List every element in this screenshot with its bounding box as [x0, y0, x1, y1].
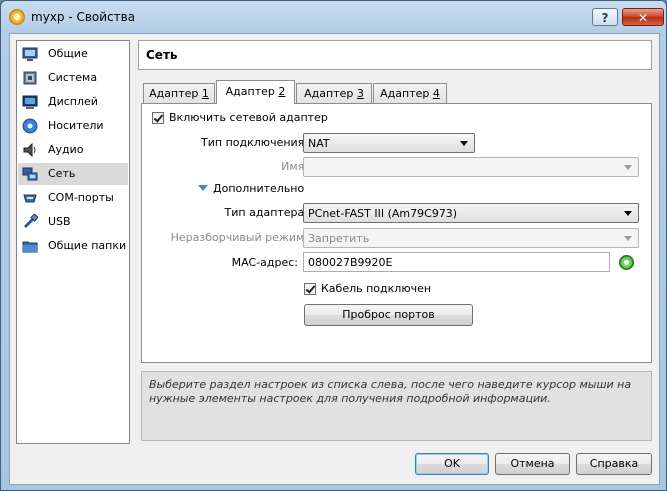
close-button[interactable]: ✕: [622, 8, 664, 26]
info-description-box: Выберите раздел настроек из списка слева…: [141, 371, 652, 441]
expand-advanced-icon[interactable]: [198, 185, 208, 191]
sidebar-item-label: Аудио: [48, 143, 84, 156]
adapter-name-label: Имя:: [281, 160, 308, 173]
tab-label: Адаптер: [225, 85, 279, 98]
audio-icon: [23, 142, 36, 158]
tab-adapter-2[interactable]: Адаптер 2: [216, 80, 295, 104]
adapter-tab-panel: Включить сетевой адаптер Тип подключения…: [141, 103, 652, 363]
sidebar-item-label: Система: [48, 71, 98, 84]
adapter-type-value: PCnet-FAST III (Am79C973): [308, 207, 458, 220]
help-titlebar-button[interactable]: ?: [592, 8, 618, 26]
sidebar-item-network[interactable]: Сеть: [18, 163, 128, 185]
promiscuous-mode-value: Запретить: [308, 232, 370, 245]
cancel-button[interactable]: Отмена: [495, 453, 570, 475]
chevron-down-icon: [624, 236, 632, 241]
display-icon: [22, 95, 38, 109]
page-title-box: Сеть: [138, 40, 652, 70]
sidebar-item-storage[interactable]: Носители: [18, 115, 128, 137]
advanced-toggle[interactable]: Дополнительно: [213, 182, 304, 195]
sidebar-item-audio[interactable]: Аудио: [18, 139, 128, 161]
promiscuous-mode-label: Неразборчивый режим:: [170, 231, 308, 244]
serial-ports-icon: [23, 194, 37, 203]
mac-address-value: 080027B9920E: [308, 256, 393, 269]
shared-folders-icon: [22, 241, 38, 253]
sidebar-item-label: USB: [48, 215, 71, 228]
system-icon: [23, 71, 37, 85]
tab-label: Адаптер: [304, 87, 357, 100]
port-forwarding-button[interactable]: Проброс портов: [304, 304, 473, 326]
settings-category-list[interactable]: Общие Система Дисплей Носители Аудио Сет…: [16, 40, 130, 444]
tab-adapter-4[interactable]: Адаптер 4: [373, 83, 447, 103]
attached-to-value: NAT: [308, 137, 330, 150]
cable-connected-label[interactable]: Кабель подключен: [321, 282, 431, 295]
tab-label: Адаптер: [149, 87, 202, 100]
tab-label: Адаптер: [380, 87, 433, 100]
tab-adapter-3[interactable]: Адаптер 3: [296, 83, 372, 103]
dialog-body: Общие Система Дисплей Носители Аудио Сет…: [9, 33, 660, 485]
page-title: Сеть: [146, 48, 178, 62]
sidebar-item-serial-ports[interactable]: COM-порты: [18, 187, 128, 209]
sidebar-item-display[interactable]: Дисплей: [18, 91, 128, 113]
sidebar-item-general[interactable]: Общие: [18, 43, 128, 65]
chevron-down-icon: [624, 165, 632, 170]
sidebar-item-label: Дисплей: [48, 95, 98, 108]
storage-icon: [22, 118, 38, 134]
tab-adapter-1[interactable]: Адаптер 1: [143, 83, 215, 103]
enable-adapter-label[interactable]: Включить сетевой адаптер: [169, 111, 328, 124]
adapter-name-select[interactable]: [303, 157, 639, 177]
tab-shortcut: 2: [278, 85, 286, 98]
network-icon: [22, 167, 38, 181]
sidebar-item-label: Общие: [48, 47, 88, 60]
sidebar-item-system[interactable]: Система: [18, 67, 128, 89]
chevron-down-icon: [624, 211, 632, 216]
help-button[interactable]: Справка: [576, 453, 652, 475]
cable-connected-checkbox[interactable]: [304, 283, 316, 295]
title-bar[interactable]: myxp - Свойства ? ✕: [1, 1, 666, 33]
promiscuous-mode-select[interactable]: Запретить: [303, 228, 639, 248]
tab-shortcut: 1: [201, 87, 209, 100]
sidebar-item-label: Сеть: [48, 167, 76, 180]
info-description-text: Выберите раздел настроек из списка слева…: [149, 378, 632, 405]
tab-shortcut: 3: [356, 87, 364, 100]
adapter-type-select[interactable]: PCnet-FAST III (Am79C973): [303, 203, 639, 223]
generate-mac-refresh-icon[interactable]: [619, 255, 634, 270]
tab-shortcut: 4: [432, 87, 440, 100]
sidebar-item-usb[interactable]: USB: [18, 211, 128, 233]
sidebar-item-shared-folders[interactable]: Общие папки: [18, 235, 128, 257]
sidebar-item-label: COM-порты: [48, 191, 114, 204]
sidebar-item-label: Носители: [48, 119, 104, 132]
enable-adapter-checkbox[interactable]: [152, 112, 164, 124]
attached-to-select[interactable]: NAT: [303, 133, 475, 153]
attached-to-label: Тип подключения:: [201, 136, 308, 149]
adapter-type-label: Тип адаптера:: [224, 206, 308, 219]
properties-window: myxp - Свойства ? ✕ Общие Система Диспле…: [0, 0, 667, 491]
usb-icon: [23, 214, 38, 229]
chevron-down-icon: [460, 141, 468, 146]
general-icon: [22, 47, 38, 61]
mac-address-input[interactable]: 080027B9920E: [303, 252, 610, 272]
mac-address-label: MAC-адрес:: [231, 256, 298, 269]
ok-button[interactable]: OK: [415, 453, 489, 475]
sidebar-item-label: Общие папки: [48, 239, 127, 252]
app-gear-icon: [9, 9, 25, 25]
window-title: myxp - Свойства: [31, 10, 136, 24]
